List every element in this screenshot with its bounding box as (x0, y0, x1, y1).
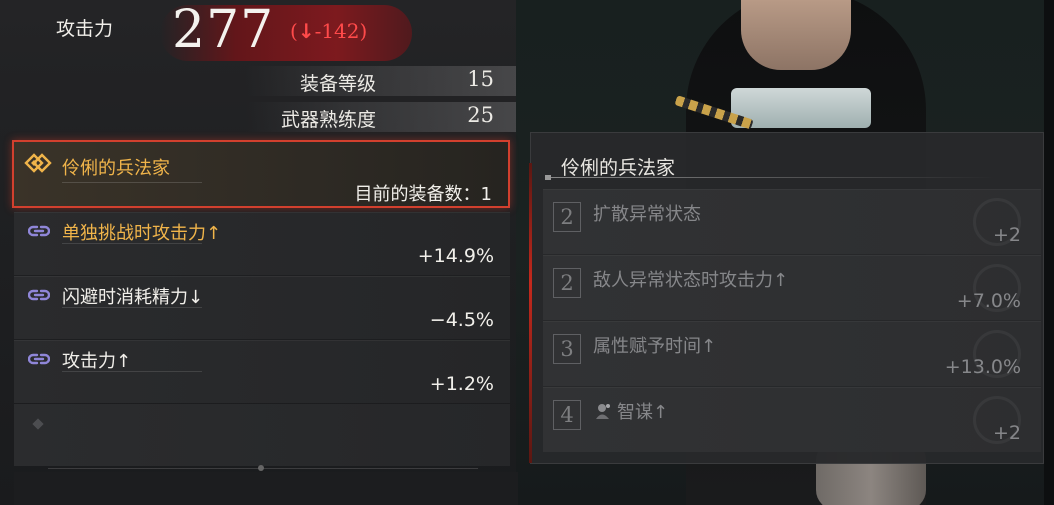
link-icon (27, 349, 51, 373)
stat-value: 15 (467, 67, 494, 91)
effect-label: 闪避时消耗精力↓ (62, 287, 204, 308)
detail-title: 伶俐的兵法家 (561, 157, 676, 179)
tier-label: 敌人异常状态时攻击力↑ (593, 270, 789, 291)
set-tier-row: 4 智谋↑ +2 (543, 387, 1041, 452)
set-emblem-icon (24, 152, 52, 178)
divider (62, 307, 202, 308)
attack-change-value: -142) (314, 19, 368, 43)
scene-edge (1044, 0, 1054, 505)
set-count: 目前的装备数：1 (354, 184, 492, 205)
tier-label: 智谋↑ (617, 402, 669, 423)
empty-slot-icon (32, 418, 44, 430)
set-tier-row: 3 属性赋予时间↑ +13.0% (543, 321, 1041, 386)
effect-value: +1.2% (429, 373, 494, 395)
spirit-icon (593, 401, 613, 421)
divider (62, 182, 202, 183)
stat-row-weapon-proficiency: 武器熟练度 25 (246, 102, 516, 132)
stat-value: 25 (467, 103, 494, 127)
tier-count: 3 (553, 334, 581, 364)
character-neck (741, 0, 851, 70)
tier-value: +2 (992, 224, 1021, 246)
tier-label-wrap: 智谋↑ (593, 398, 668, 424)
tier-value: +7.0% (956, 290, 1021, 312)
footer-bar (14, 472, 518, 505)
divider (62, 243, 202, 244)
set-detail-panel: 伶俐的兵法家 2 扩散异常状态 +2 2 敌人异常状态时攻击力↑ +7.0% 3… (529, 132, 1044, 464)
divider-tick (545, 175, 551, 180)
down-arrow-icon: ↓ (297, 19, 315, 43)
tier-label: 属性赋予时间↑ (593, 336, 717, 357)
link-icon (27, 285, 51, 309)
tier-count: 2 (553, 202, 581, 232)
empty-effect-slot[interactable] (14, 404, 510, 466)
link-icon (27, 221, 51, 245)
set-tier-row: 2 敌人异常状态时攻击力↑ +7.0% (543, 255, 1041, 320)
attack-value: 277 (172, 0, 275, 60)
divider-dot (258, 465, 264, 471)
effect-value: +14.9% (417, 245, 494, 267)
stat-label: 武器熟练度 (280, 109, 376, 131)
attack-change: (↓-142) (290, 19, 367, 43)
tier-count: 2 (553, 268, 581, 298)
effect-row[interactable]: 闪避时消耗精力↓ −4.5% (14, 276, 510, 339)
tier-label: 扩散异常状态 (593, 204, 701, 225)
stat-row-equip-level: 装备等级 15 (246, 66, 516, 96)
tier-count: 4 (553, 400, 581, 430)
tier-value: +2 (992, 422, 1021, 444)
attack-label: 攻击力 (56, 18, 114, 40)
effect-row[interactable]: 攻击力↑ +1.2% (14, 340, 510, 403)
effect-row[interactable]: 单独挑战时攻击力↑ +14.9% (14, 212, 510, 275)
effect-label: 攻击力↑ (62, 351, 132, 372)
panel-accent (529, 163, 532, 463)
effect-value: −4.5% (429, 309, 494, 331)
set-bonus-card[interactable]: 伶俐的兵法家 目前的装备数：1 (12, 140, 510, 208)
set-tier-row: 2 扩散异常状态 +2 (543, 189, 1041, 254)
divider (62, 371, 202, 372)
set-name: 伶俐的兵法家 (62, 158, 170, 179)
tier-value: +13.0% (944, 356, 1021, 378)
divider (545, 177, 995, 178)
attack-change-open: ( (290, 19, 298, 43)
stat-label: 装备等级 (299, 73, 376, 95)
effect-label: 单独挑战时攻击力↑ (62, 223, 222, 244)
